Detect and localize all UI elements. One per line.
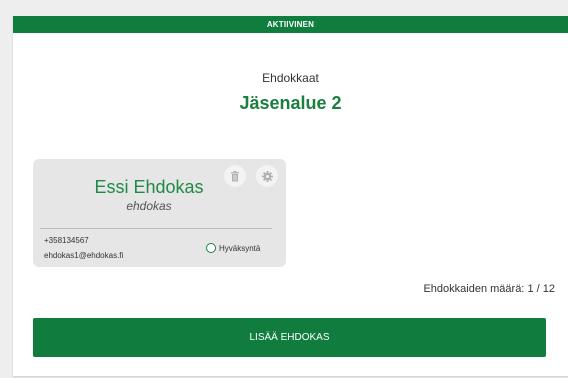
- add-candidate-button[interactable]: LISÄÄ EHDOKAS: [33, 318, 546, 357]
- candidates-panel: AKTIIVINEN Ehdokkaat Jäsenalue 2 Essi Eh…: [13, 16, 568, 376]
- card-divider: [40, 228, 272, 229]
- candidate-count-separator: /: [536, 283, 540, 295]
- approve-toggle[interactable]: Hyväksyntä: [206, 243, 260, 253]
- candidate-role: ehdokas: [126, 199, 172, 213]
- section-subtitle: Ehdokkaat: [262, 71, 319, 85]
- candidate-count-current: 1: [527, 283, 534, 295]
- candidate-phone: +358134567: [44, 236, 89, 245]
- candidate-email: ehdokas1@ehdokas.fi: [44, 251, 124, 260]
- candidate-count-total: 12: [542, 283, 555, 295]
- candidate-count: Ehdokkaiden määrä: 1 / 12: [423, 283, 555, 295]
- approve-radio[interactable]: [206, 243, 216, 253]
- status-bar: AKTIIVINEN: [13, 16, 568, 33]
- candidate-card: Essi Ehdokas ehdokas +358134567 ehdokas1…: [33, 159, 286, 267]
- candidate-count-label: Ehdokkaiden määrä:: [423, 283, 525, 295]
- candidate-name: Essi Ehdokas: [94, 177, 204, 197]
- approve-label: Hyväksyntä: [219, 243, 261, 253]
- page-title: Jäsenalue 2: [239, 93, 342, 113]
